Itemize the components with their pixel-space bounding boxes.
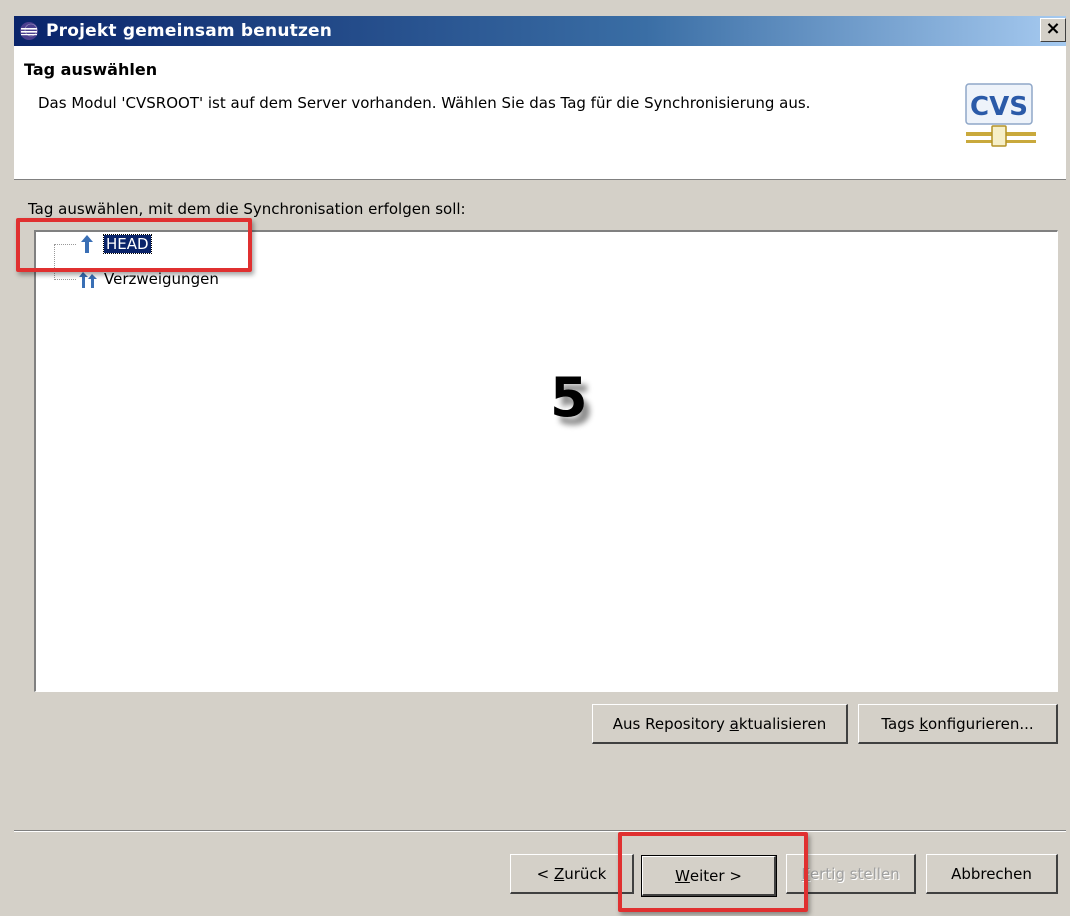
tag-select-label: Tag auswählen, mit dem die Synchronisati… bbox=[28, 200, 466, 218]
button-label: ktualisieren bbox=[738, 714, 827, 733]
window-title: Projekt gemeinsam benutzen bbox=[46, 21, 333, 41]
finish-button[interactable]: Fertig stellen bbox=[786, 854, 916, 894]
close-button[interactable]: × bbox=[1040, 18, 1066, 42]
tree-item-branches[interactable]: Verzweigungen bbox=[76, 267, 219, 291]
tree-item-head[interactable]: HEAD bbox=[76, 232, 152, 256]
tag-tree[interactable]: HEAD Verzweigungen bbox=[34, 230, 1058, 692]
button-accel: W bbox=[675, 866, 690, 885]
wizard-header: Tag auswählen Das Modul 'CVSROOT' ist au… bbox=[14, 46, 1066, 180]
head-arrow-icon bbox=[76, 233, 98, 255]
tree-item-label: HEAD bbox=[103, 234, 152, 254]
button-label: Aus Repository bbox=[612, 714, 730, 733]
button-accel: F bbox=[801, 864, 810, 883]
footer-separator bbox=[14, 830, 1066, 832]
configure-tags-button[interactable]: Tags k onfigurieren... bbox=[858, 704, 1058, 744]
eclipse-icon bbox=[18, 20, 40, 42]
branches-icon bbox=[76, 268, 98, 290]
title-bar[interactable]: Projekt gemeinsam benutzen × bbox=[14, 16, 1066, 46]
refresh-from-repository-button[interactable]: Aus Repository a ktualisieren bbox=[592, 704, 848, 744]
button-label: Abbrechen bbox=[951, 864, 1032, 883]
next-button[interactable]: Weiter > bbox=[641, 855, 777, 897]
button-label: < bbox=[536, 864, 554, 883]
cancel-button[interactable]: Abbrechen bbox=[926, 854, 1058, 894]
page-title: Tag auswählen bbox=[24, 60, 158, 79]
button-label: eiter > bbox=[689, 866, 742, 885]
button-label: urück bbox=[564, 864, 607, 883]
close-icon: × bbox=[1045, 18, 1061, 39]
button-label: onfigurieren... bbox=[928, 714, 1034, 733]
cvs-logo-text: CVS bbox=[970, 92, 1028, 122]
button-label: Tags bbox=[881, 714, 920, 733]
button-label: ertig stellen bbox=[809, 864, 900, 883]
tree-connector bbox=[54, 279, 76, 280]
page-description: Das Modul 'CVSROOT' ist auf dem Server v… bbox=[38, 94, 811, 112]
button-accel: a bbox=[729, 714, 739, 733]
button-accel: Z bbox=[553, 864, 565, 883]
tree-connector bbox=[54, 244, 55, 280]
button-accel: k bbox=[919, 714, 929, 733]
cvs-logo-icon: CVS bbox=[964, 82, 1040, 158]
dialog-window: Projekt gemeinsam benutzen × Tag auswähl… bbox=[0, 0, 1070, 916]
step-number: 5 bbox=[550, 366, 588, 429]
back-button[interactable]: < Zurück bbox=[510, 854, 634, 894]
tree-item-label: Verzweigungen bbox=[104, 270, 219, 288]
tree-connector bbox=[54, 244, 76, 245]
